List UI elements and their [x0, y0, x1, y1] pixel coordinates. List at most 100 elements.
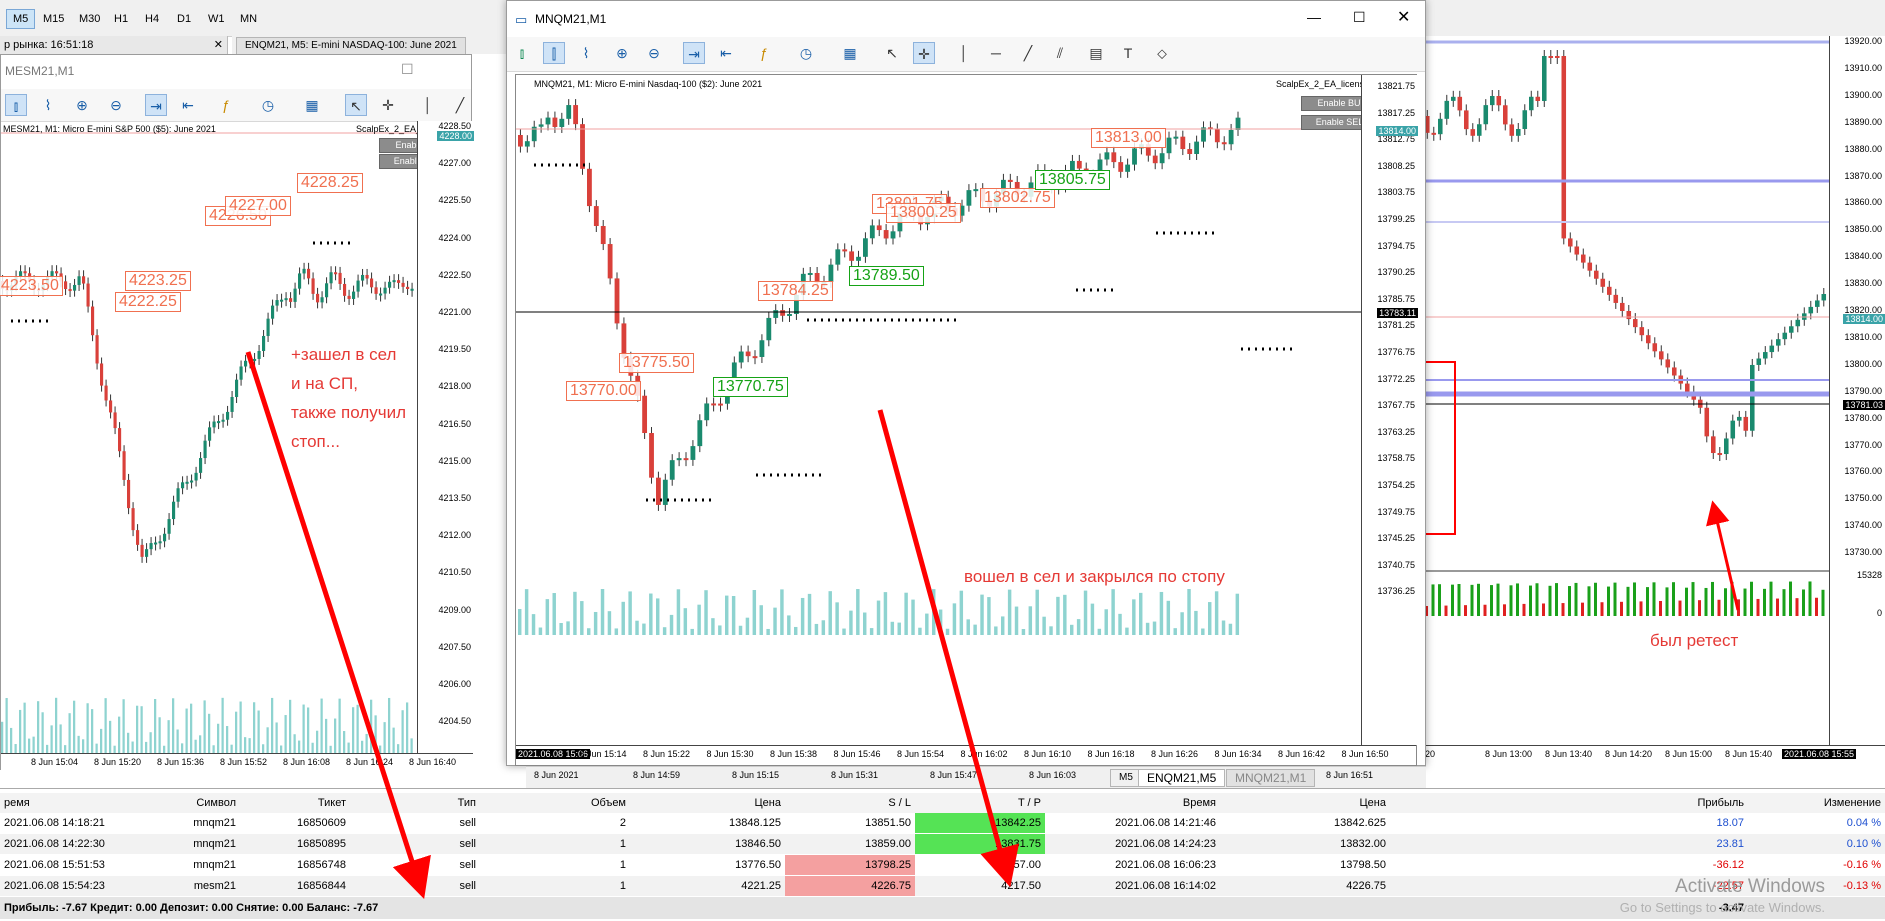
- indicators-icon[interactable]: ƒ: [215, 94, 237, 116]
- autoscroll-icon[interactable]: ⇥: [683, 42, 705, 64]
- trendline-icon[interactable]: ╱: [1017, 42, 1039, 64]
- column-header[interactable]: Прибыль: [1480, 793, 1748, 813]
- volume-bar: [925, 613, 929, 635]
- line-chart-icon[interactable]: ⌇: [575, 42, 597, 64]
- bar-chart-icon[interactable]: ⫾: [5, 94, 27, 116]
- indicators-icon[interactable]: ƒ: [753, 42, 775, 64]
- candle: [573, 105, 579, 125]
- volume-bar: [745, 617, 750, 635]
- tab-enqm21-m5[interactable]: ENQM21, M5: E-mini NASDAQ-100: June 2021: [236, 37, 466, 55]
- volume-bar: [766, 628, 770, 635]
- table-row[interactable]: 2021.06.08 14:22:30 mnqm21 16850895 sell 1 13…: [0, 834, 1885, 854]
- candle: [669, 460, 675, 480]
- column-header[interactable]: Изменение: [1748, 793, 1885, 813]
- current-price-label: 4228.00: [437, 131, 474, 141]
- tf-m30-button[interactable]: M30: [72, 9, 107, 29]
- templates-icon[interactable]: ▦: [301, 94, 323, 116]
- candle-chart-icon[interactable]: ⫿: [543, 42, 565, 64]
- vline-icon[interactable]: │: [417, 94, 439, 116]
- autoscroll-icon[interactable]: ⇥: [145, 94, 167, 116]
- trade-label: 4222.25: [115, 292, 181, 312]
- tf-m5-button[interactable]: M5: [6, 9, 36, 29]
- column-header[interactable]: T / P: [915, 793, 1045, 813]
- close-icon[interactable]: ✕: [1397, 7, 1410, 27]
- center-chart-window[interactable]: ▭ MNQM21,M1 — ☐ ✕ ⫾ ⫿ ⌇ ⊕ ⊖ ⇥ ⇤ ƒ ◷ ▦ ↖ …: [506, 0, 1426, 766]
- zoom-in-icon[interactable]: ⊕: [611, 42, 633, 64]
- column-header[interactable]: S / L: [785, 793, 915, 813]
- candle: [329, 272, 333, 284]
- trendline-icon[interactable]: ╱: [449, 94, 471, 116]
- annotation-line: и на СП,: [291, 374, 359, 393]
- tf-d1-button[interactable]: D1: [170, 9, 198, 29]
- volume-bar: [77, 735, 80, 753]
- time-tick-label: 8 Jun 16:42: [1278, 749, 1326, 759]
- center-titlebar[interactable]: ▭ MNQM21,M1 — ☐ ✕: [507, 1, 1425, 38]
- vline-icon[interactable]: │: [953, 42, 975, 64]
- column-header[interactable]: Символ: [140, 793, 240, 813]
- column-header[interactable]: ремя: [0, 793, 140, 813]
- crosshair-icon[interactable]: ✛: [913, 42, 935, 64]
- maximize-icon[interactable]: ☐: [1353, 9, 1366, 26]
- close-icon[interactable]: ✕: [214, 36, 223, 54]
- crosshair-icon[interactable]: ✛: [377, 94, 399, 116]
- tab-mnqm21-m1-bottom[interactable]: MNQM21,M1: [1226, 769, 1316, 787]
- cursor-icon[interactable]: ↖: [345, 94, 367, 116]
- tf-mn-button[interactable]: MN: [233, 9, 264, 29]
- center-chart-area[interactable]: MNQM21, M1: Micro E-mini Nasdaq-100 ($2)…: [515, 74, 1418, 766]
- tf-w1-button[interactable]: W1: [201, 9, 232, 29]
- annotation-line: также получил: [291, 403, 407, 422]
- retest-annotation: был ретест: [1650, 631, 1739, 650]
- volume-bar: [1097, 628, 1102, 635]
- column-header[interactable]: Цена: [1220, 793, 1390, 813]
- left-chart-window[interactable]: MESM21,M1 ☐ ⫾ ⌇ ⊕ ⊖ ⇥ ⇤ ƒ ◷ ▦ ↖ ✛ │ ╱ ME…: [0, 54, 474, 772]
- shapes-icon[interactable]: ⬦: [1151, 42, 1173, 64]
- candle: [266, 318, 270, 336]
- column-header[interactable]: Тикет: [240, 793, 350, 813]
- left-titlebar[interactable]: MESM21,M1 ☐: [1, 55, 471, 90]
- candle: [966, 190, 972, 206]
- tf-h4-button[interactable]: H4: [138, 9, 166, 29]
- line-chart-icon[interactable]: ⌇: [37, 94, 59, 116]
- candle: [1646, 335, 1651, 344]
- volume-bar: [1581, 602, 1584, 616]
- zoom-in-icon[interactable]: ⊕: [71, 94, 93, 116]
- column-header[interactable]: Время: [1045, 793, 1220, 813]
- left-minimize-icon[interactable]: ☐: [401, 61, 414, 78]
- candle: [307, 268, 311, 279]
- table-row[interactable]: 2021.06.08 15:51:53 mnqm21 16856748 sell 1 13…: [0, 855, 1885, 875]
- price-tick-label: 13780.00: [1844, 412, 1882, 423]
- tf-h1-button[interactable]: H1: [107, 9, 135, 29]
- table-row[interactable]: 2021.06.08 14:18:21 mnqm21 16850609 sell 2 13…: [0, 813, 1885, 833]
- column-header[interactable]: Объем: [480, 793, 630, 813]
- price-tick-label: 4218.00: [438, 381, 471, 392]
- hline-icon[interactable]: ─: [985, 42, 1007, 64]
- column-header[interactable]: Тип: [350, 793, 480, 813]
- chart-shift-icon[interactable]: ⇤: [715, 42, 737, 64]
- candle: [1535, 96, 1541, 101]
- volume-bar: [127, 732, 130, 753]
- zoom-out-icon[interactable]: ⊖: [643, 42, 665, 64]
- volume-bar: [1795, 598, 1799, 616]
- volume-bar: [593, 611, 598, 635]
- templates-icon[interactable]: ▦: [839, 42, 861, 64]
- tf-m15-button[interactable]: M15: [36, 9, 71, 29]
- tab-enqm21-m5-bottom[interactable]: ENQM21,M5: [1138, 769, 1226, 787]
- minimize-icon[interactable]: —: [1307, 9, 1321, 25]
- periods-icon[interactable]: ◷: [257, 94, 279, 116]
- table-cell: mnqm21: [193, 859, 236, 871]
- cursor-icon[interactable]: ↖: [881, 42, 903, 64]
- volume-bar: [725, 595, 729, 635]
- chart-shift-icon[interactable]: ⇤: [177, 94, 199, 116]
- candle: [1633, 319, 1638, 328]
- tab-label: M5: [1119, 772, 1133, 783]
- fibo-icon[interactable]: ▤: [1085, 42, 1107, 64]
- zoom-out-icon[interactable]: ⊖: [105, 94, 127, 116]
- volume-bar: [406, 702, 409, 753]
- column-header[interactable]: Цена: [630, 793, 785, 813]
- bar-chart-icon[interactable]: ⫾: [511, 42, 533, 64]
- candle: [131, 508, 135, 531]
- text-icon[interactable]: T: [1117, 42, 1139, 64]
- table-row[interactable]: 2021.06.08 15:54:23 mesm21 16856844 sell 1 42…: [0, 876, 1885, 896]
- periods-icon[interactable]: ◷: [795, 42, 817, 64]
- channel-icon[interactable]: ⫽: [1049, 42, 1071, 64]
